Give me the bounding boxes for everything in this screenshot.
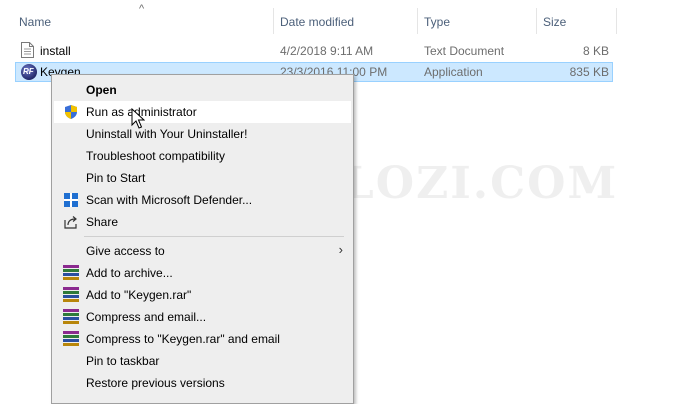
column-divider[interactable]	[616, 8, 617, 34]
menu-item-give-access-to[interactable]: Give access to ›	[54, 240, 351, 262]
menu-item-label: Pin to Start	[86, 171, 146, 185]
menu-item-pin-to-taskbar[interactable]: Pin to taskbar	[54, 350, 351, 372]
menu-item-label: Pin to taskbar	[86, 354, 160, 368]
menu-item-add-to-keygen-rar[interactable]: Add to "Keygen.rar"	[54, 284, 351, 306]
winrar-icon	[63, 287, 79, 303]
menu-separator	[84, 236, 344, 237]
chevron-right-icon: ›	[338, 242, 343, 257]
context-menu: Open Run as administrator Uninstall with…	[51, 74, 354, 404]
column-divider[interactable]	[417, 8, 418, 34]
menu-item-label: Add to "Keygen.rar"	[86, 288, 192, 302]
menu-item-compress-to-rar-and-email[interactable]: Compress to "Keygen.rar" and email	[54, 328, 351, 350]
text-document-icon	[21, 42, 34, 58]
winrar-icon	[63, 331, 79, 347]
file-name[interactable]: install	[40, 44, 71, 58]
share-icon	[64, 216, 77, 229]
mouse-cursor-icon	[131, 108, 145, 129]
menu-item-label: Share	[86, 215, 119, 229]
menu-item-add-to-archive[interactable]: Add to archive...	[54, 262, 351, 284]
menu-item-label: Scan with Microsoft Defender...	[86, 193, 253, 207]
file-row-install[interactable]: install 4/2/2018 9:11 AM Text Document 8…	[15, 41, 613, 61]
menu-item-label: Give access to	[86, 244, 165, 258]
winrar-icon	[63, 309, 79, 325]
menu-item-uninstall[interactable]: Uninstall with Your Uninstaller!	[54, 123, 351, 145]
column-header-date-modified[interactable]: Date modified	[280, 15, 354, 29]
defender-icon	[64, 193, 78, 207]
menu-item-label: Restore previous versions	[86, 376, 225, 390]
menu-item-label: Compress to "Keygen.rar" and email	[86, 332, 280, 346]
file-type: Application	[424, 65, 483, 79]
keygen-app-icon: RF	[21, 64, 37, 80]
winrar-icon	[63, 265, 79, 281]
menu-item-label: Add to archive...	[86, 266, 173, 280]
menu-item-open[interactable]: Open	[54, 79, 351, 101]
menu-item-run-as-administrator[interactable]: Run as administrator	[54, 101, 351, 123]
menu-item-troubleshoot-compatibility[interactable]: Troubleshoot compatibility	[54, 145, 351, 167]
sort-ascending-icon: ^	[139, 3, 145, 15]
file-size: 835 KB	[569, 65, 609, 79]
file-type: Text Document	[424, 44, 505, 58]
file-size: 8 KB	[582, 44, 609, 58]
column-header-type[interactable]: Type	[424, 15, 450, 29]
menu-item-restore-previous-versions[interactable]: Restore previous versions	[54, 372, 351, 394]
menu-item-pin-to-start[interactable]: Pin to Start	[54, 167, 351, 189]
menu-item-share[interactable]: Share	[54, 211, 351, 233]
menu-item-label: Open	[86, 83, 117, 97]
menu-item-label: Compress and email...	[86, 310, 207, 324]
column-header: ^ Name Date modified Type Size	[0, 0, 696, 38]
menu-item-label: Troubleshoot compatibility	[86, 149, 225, 163]
column-divider[interactable]	[536, 8, 537, 34]
column-header-size[interactable]: Size	[543, 15, 566, 29]
menu-item-compress-and-email[interactable]: Compress and email...	[54, 306, 351, 328]
uac-shield-icon	[65, 105, 77, 119]
column-divider[interactable]	[273, 8, 274, 34]
file-date: 4/2/2018 9:11 AM	[280, 44, 374, 58]
menu-item-label: Uninstall with Your Uninstaller!	[86, 127, 248, 141]
column-header-name[interactable]: Name	[19, 15, 51, 29]
menu-item-scan-defender[interactable]: Scan with Microsoft Defender...	[54, 189, 351, 211]
